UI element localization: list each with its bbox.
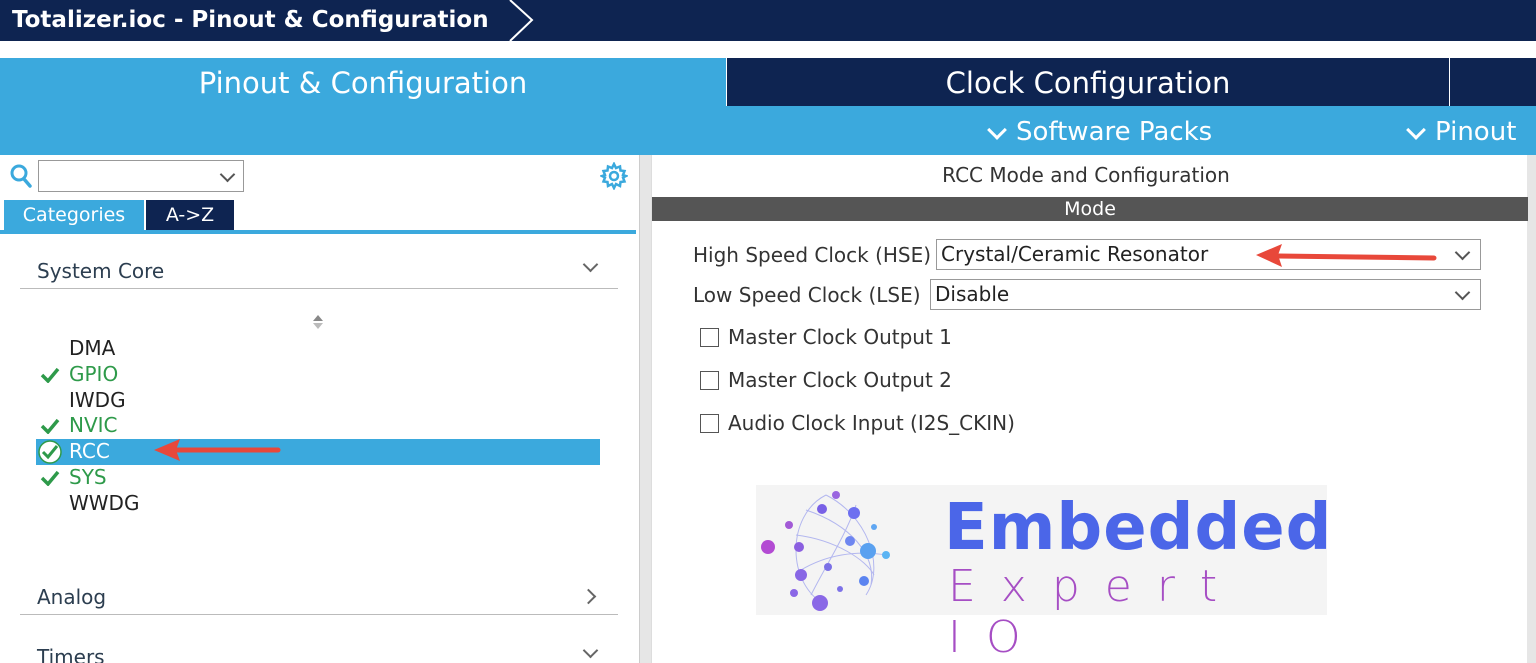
check-circle-icon xyxy=(38,440,62,464)
chevron-down-icon xyxy=(582,642,599,659)
breadcrumb-bar: Totalizer.ioc - Pinout & Configuration xyxy=(0,0,1536,41)
category-list: DMA GPIO IWDG NVIC RCC SYS WWDG xyxy=(36,336,600,517)
section-label: Timers xyxy=(37,645,105,663)
list-item-label: IWDG xyxy=(69,387,126,412)
chevron-down-icon xyxy=(219,166,236,183)
list-item-nvic[interactable]: NVIC xyxy=(36,413,600,439)
chevron-down-icon xyxy=(1454,284,1471,301)
tabs-underline xyxy=(0,230,636,234)
mode-header[interactable]: Mode xyxy=(652,197,1528,221)
tab-a-to-z[interactable]: A->Z xyxy=(146,200,234,230)
section-system-core[interactable]: System Core xyxy=(20,255,618,289)
chevron-down-icon xyxy=(987,119,1007,140)
section-analog[interactable]: Analog xyxy=(20,581,618,615)
breadcrumb[interactable]: Totalizer.ioc - Pinout & Configuration xyxy=(0,0,518,41)
chevron-right-icon xyxy=(580,588,597,605)
chevron-down-icon xyxy=(1406,119,1426,140)
logo-text-line1: Embedded xyxy=(944,491,1333,565)
list-item-dma[interactable]: DMA xyxy=(36,336,600,362)
master-clock-output-1-checkbox[interactable]: Master Clock Output 1 xyxy=(700,325,952,349)
section-label: System Core xyxy=(37,259,165,283)
checkmark-icon xyxy=(40,367,60,383)
breadcrumb-separator-icon xyxy=(504,0,540,41)
list-item-label: DMA xyxy=(69,336,116,360)
embedded-expert-logo: Embedded Expert IO xyxy=(756,485,1331,663)
sort-icon[interactable] xyxy=(312,313,324,331)
checkbox-label: Audio Clock Input (I2S_CKIN) xyxy=(728,411,1015,435)
lse-select[interactable]: Disable xyxy=(930,279,1481,310)
search-icon[interactable] xyxy=(10,164,32,188)
pinout-menu[interactable]: Pinout xyxy=(1405,106,1516,155)
tab-clock-configuration[interactable]: Clock Configuration xyxy=(727,58,1449,106)
tab-pinout-configuration[interactable]: Pinout & Configuration xyxy=(0,58,726,106)
master-clock-output-2-checkbox[interactable]: Master Clock Output 2 xyxy=(700,368,952,392)
breadcrumb-fill xyxy=(518,0,1536,41)
hse-value: Crystal/Ceramic Resonator xyxy=(941,242,1209,266)
annotation-arrow-icon xyxy=(1256,244,1437,267)
search-input[interactable] xyxy=(38,160,244,192)
checkbox[interactable] xyxy=(700,414,719,433)
tab-categories[interactable]: Categories xyxy=(4,200,144,230)
audio-clock-input-checkbox[interactable]: Audio Clock Input (I2S_CKIN) xyxy=(700,411,1015,435)
checkbox[interactable] xyxy=(700,371,719,390)
main-tabs: Pinout & Configuration Clock Configurati… xyxy=(0,58,1536,106)
categories-panel: Categories A->Z System Core DMA GPIO IWD… xyxy=(0,155,640,663)
list-item-gpio[interactable]: GPIO xyxy=(36,362,600,388)
right-edge-bar xyxy=(1527,155,1536,663)
list-item-sys[interactable]: SYS xyxy=(36,465,600,491)
sub-toolbar: Software Packs Pinout xyxy=(0,106,1536,155)
list-item-wwdg[interactable]: WWDG xyxy=(36,491,600,517)
lse-value: Disable xyxy=(935,282,1010,306)
pinout-label: Pinout xyxy=(1435,117,1517,147)
panel-title: RCC Mode and Configuration xyxy=(942,163,1230,187)
network-sphere-icon xyxy=(761,491,890,611)
panel-splitter[interactable] xyxy=(640,155,651,663)
chevron-down-icon xyxy=(1454,244,1471,261)
list-item-rcc[interactable]: RCC xyxy=(36,439,600,465)
checkbox[interactable] xyxy=(700,328,719,347)
list-item-label: WWDG xyxy=(69,490,140,515)
gear-icon[interactable] xyxy=(600,162,628,190)
checkbox-label: Master Clock Output 2 xyxy=(728,368,952,392)
tab-more[interactable] xyxy=(1450,58,1536,106)
annotation-arrow-icon xyxy=(154,439,281,461)
lse-label: Low Speed Clock (LSE) xyxy=(693,283,921,307)
checkmark-icon xyxy=(40,419,60,435)
rcc-config-panel: RCC Mode and Configuration Mode High Spe… xyxy=(651,155,1528,663)
list-item-label: NVIC xyxy=(69,413,118,438)
hse-label: High Speed Clock (HSE) xyxy=(693,243,932,267)
software-packs-label: Software Packs xyxy=(1016,117,1213,147)
software-packs-menu[interactable]: Software Packs xyxy=(986,106,1212,155)
checkmark-icon xyxy=(40,470,60,486)
list-item-label: GPIO xyxy=(69,361,119,386)
section-timers[interactable]: Timers xyxy=(20,641,618,663)
logo-text-line2: Expert IO xyxy=(948,561,1243,663)
list-item-iwdg[interactable]: IWDG xyxy=(36,388,600,414)
chevron-down-icon xyxy=(582,256,599,273)
section-label: Analog xyxy=(37,585,107,609)
checkbox-label: Master Clock Output 1 xyxy=(728,325,952,349)
list-item-label: RCC xyxy=(69,439,110,464)
list-item-label: SYS xyxy=(69,464,107,489)
